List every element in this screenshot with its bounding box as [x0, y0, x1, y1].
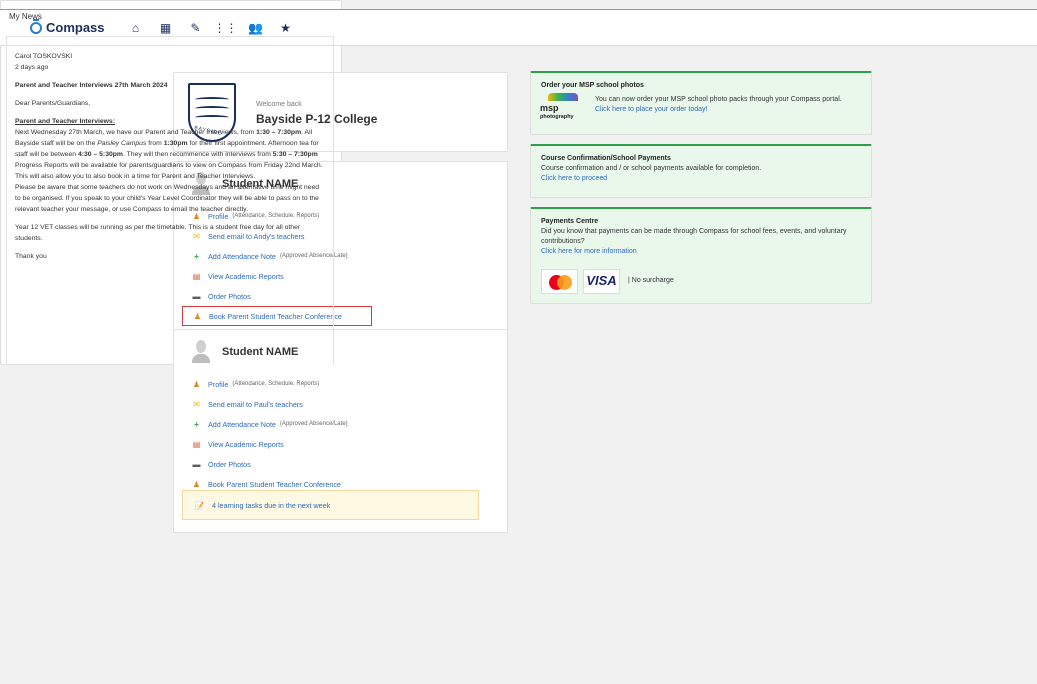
student-links: ♟ Profile (Attendance, Schedule, Reports) …: [182, 374, 492, 494]
conference-icon: ♟: [192, 479, 201, 489]
msp-logo-subtext: photography: [540, 114, 574, 121]
news-author: Carol TOSKOVSKI 2 days ago: [15, 53, 73, 71]
news-greeting: Dear Parents/Guardians,: [15, 100, 91, 107]
course-confirmation-notice: Course Confirmation/School Payments Cour…: [530, 144, 872, 198]
learning-tasks-text[interactable]: 4 learning tasks due in the next week: [212, 501, 330, 510]
payments-notice-text: Did you know that payments can be made t…: [541, 228, 847, 246]
grid-icon[interactable]: ⋮⋮: [211, 21, 241, 35]
news-item: Carol TOSKOVSKI 2 days ago Parent and Tea…: [6, 36, 334, 365]
task-icon: 📝: [195, 500, 204, 510]
email-teachers-link[interactable]: ✉ Send email to Paul's teachers: [182, 394, 492, 414]
calendar-icon[interactable]: ▦: [151, 21, 181, 35]
msp-notice-line: You can now order your MSP school photo …: [595, 96, 842, 103]
compass-logo[interactable]: Compass: [30, 18, 105, 35]
payments-notice-title: Payments Centre: [541, 218, 599, 225]
my-news-card: My News Carol TOSKOVSKI 2 days ago Parent…: [0, 0, 342, 365]
payments-centre-notice: Payments Centre Did you know that paymen…: [530, 207, 872, 304]
report-icon: ▤: [192, 439, 201, 449]
star-icon[interactable]: ★: [271, 21, 301, 35]
profile-icon: ♟: [192, 379, 201, 389]
news-interview-details: Parent and Teacher Interviews: Next Wedn…: [15, 118, 323, 213]
add-attendance-note-link[interactable]: + Add Attendance Note (Approved Absence/La…: [182, 414, 492, 434]
course-proceed-link[interactable]: Click here to proceed: [541, 175, 607, 182]
page-background: Compass ⌂ ▦ ✎ ⋮⋮ 👥 ★ BAYSIDE Welcome bac…: [0, 0, 1037, 684]
compass-logo-icon: [30, 18, 42, 34]
news-headline: Parent and Teacher Interviews 27th March…: [15, 82, 168, 89]
learning-tasks-alert[interactable]: 📝 4 learning tasks due in the next week: [182, 490, 479, 520]
news-vet-classes: Year 12 VET classes will be running as p…: [15, 224, 301, 242]
msp-logo-mark: [548, 93, 578, 101]
academic-reports-link[interactable]: ▤ View Academic Reports: [182, 434, 492, 454]
payments-info-link[interactable]: Click here for more information: [541, 248, 637, 255]
photo-icon: ▬: [192, 459, 201, 469]
my-news-title: My News: [9, 12, 42, 21]
msp-order-link[interactable]: Click here to place your order today!: [595, 106, 707, 113]
msp-notice-title: Order your MSP school photos: [541, 82, 644, 89]
visa-logo: VISA: [583, 269, 620, 294]
compass-logo-text: Compass: [46, 20, 105, 35]
plus-icon: +: [194, 419, 199, 429]
news-closing: Thank you: [15, 253, 47, 260]
msp-photos-notice: Order your MSP school photos msp photogr…: [530, 71, 872, 135]
pencil-icon[interactable]: ✎: [181, 21, 211, 35]
payment-methods: VISA | No surcharge: [541, 269, 674, 294]
msp-notice-body: You can now order your MSP school photo …: [595, 95, 855, 115]
course-notice-text: Course confirmation and / or school paym…: [541, 165, 762, 173]
mastercard-logo: [541, 269, 578, 294]
no-surcharge-text: | No surcharge: [628, 277, 674, 285]
people-icon[interactable]: 👥: [241, 21, 271, 35]
home-icon[interactable]: ⌂: [121, 21, 151, 35]
msp-logo: msp photography: [540, 93, 582, 123]
mastercard-orange-circle: [557, 275, 572, 290]
profile-link[interactable]: ♟ Profile (Attendance, Schedule, Reports): [182, 374, 492, 394]
course-notice-title: Course Confirmation/School Payments: [541, 155, 671, 162]
order-photos-link[interactable]: ▬ Order Photos: [182, 454, 492, 474]
mail-icon: ✉: [193, 399, 200, 409]
